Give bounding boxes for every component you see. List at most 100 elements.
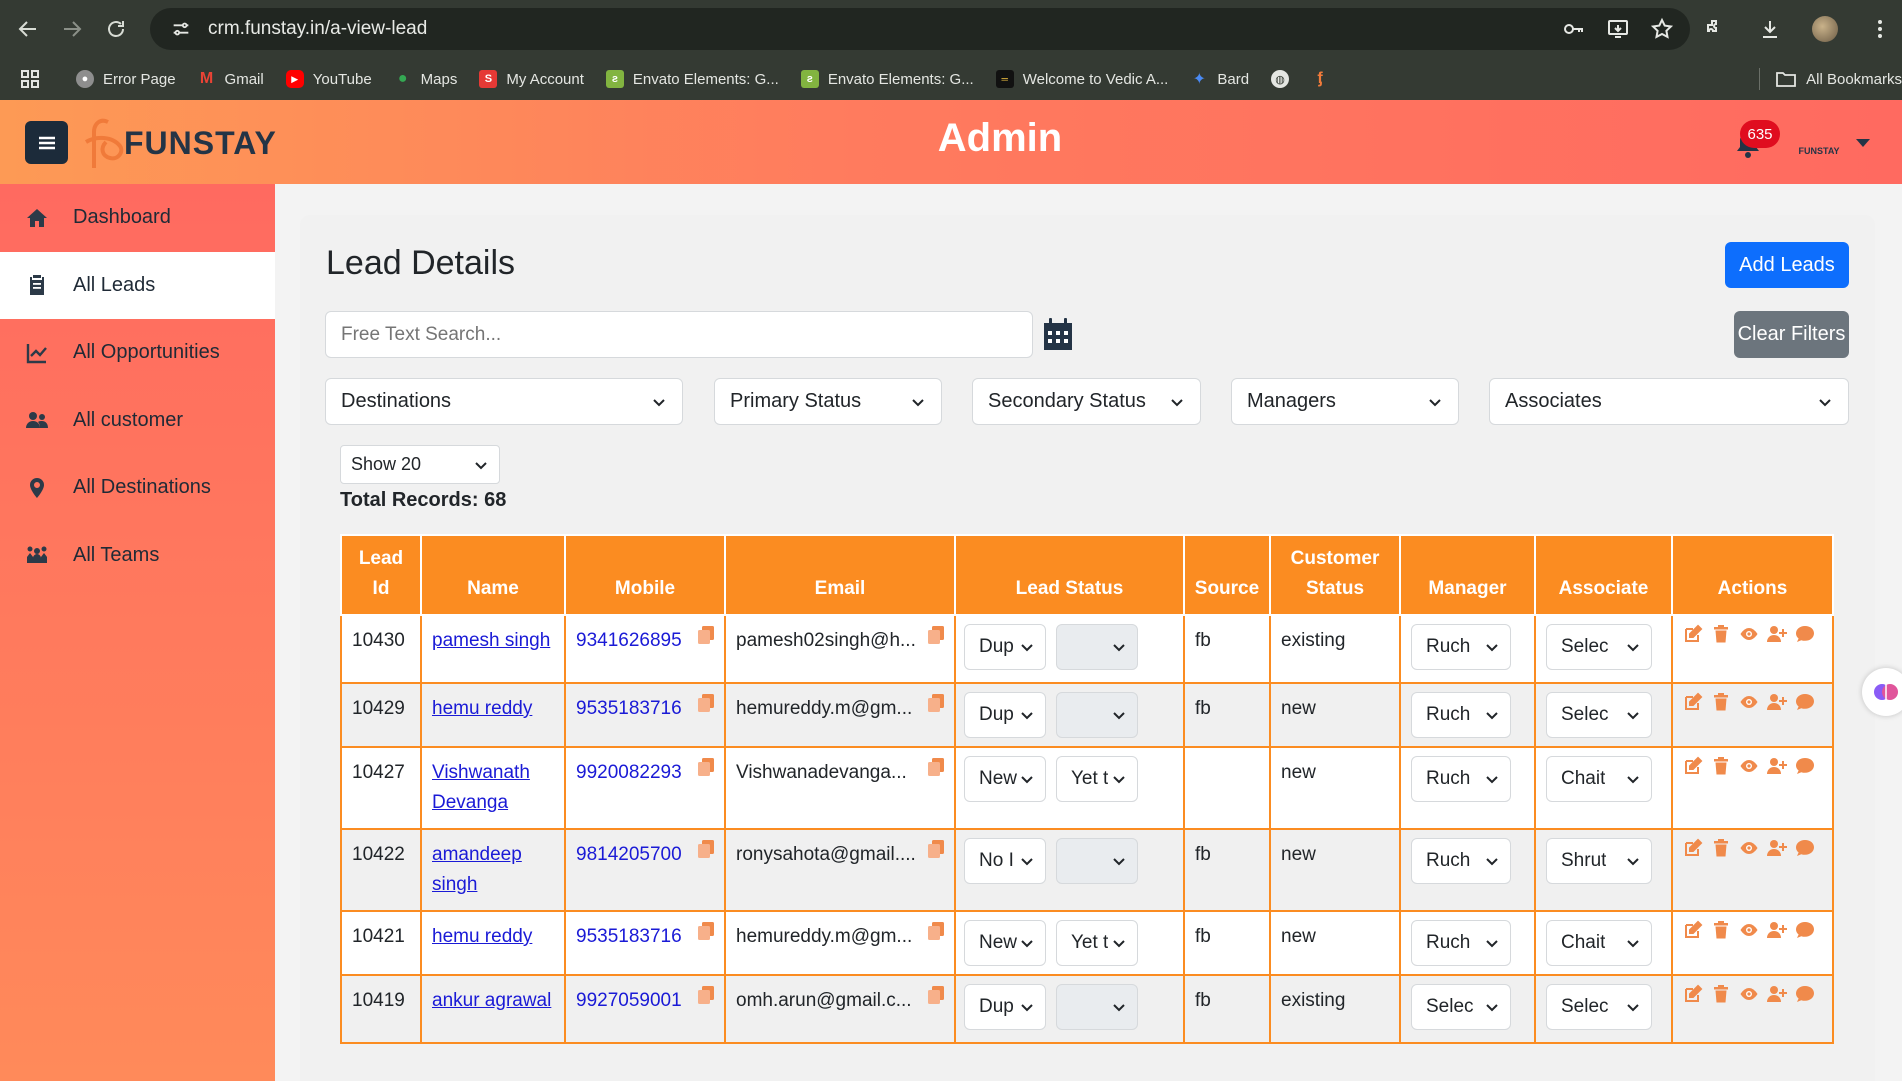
copy-icon[interactable]	[928, 758, 944, 776]
trash-icon[interactable]	[1711, 838, 1731, 858]
col-header-customer-status[interactable]: Customer Status	[1269, 534, 1401, 616]
user-plus-icon[interactable]	[1767, 756, 1787, 776]
eye-icon[interactable]	[1739, 838, 1759, 858]
primary-status-select[interactable]: Dup	[964, 984, 1046, 1030]
back-icon[interactable]	[6, 7, 50, 51]
user-plus-icon[interactable]	[1767, 838, 1787, 858]
bookmark-envato-1[interactable]: ƨ Envato Elements: G...	[605, 70, 779, 88]
associate-select[interactable]: Chait	[1546, 756, 1652, 802]
sidebar-item-all-leads[interactable]: All Leads	[0, 251, 275, 319]
trash-icon[interactable]	[1711, 756, 1731, 776]
comment-icon[interactable]	[1795, 756, 1815, 776]
bookmark-youtube[interactable]: ▶ YouTube	[285, 70, 372, 88]
eye-icon[interactable]	[1739, 920, 1759, 940]
primary-status-select[interactable]: New	[964, 920, 1046, 966]
comment-icon[interactable]	[1795, 692, 1815, 712]
mobile-number[interactable]: 9535183716	[576, 922, 682, 952]
col-header-manager[interactable]: Manager	[1399, 534, 1536, 616]
primary-status-filter[interactable]: Primary Status	[714, 378, 942, 425]
manager-select[interactable]: Ruch	[1411, 624, 1511, 670]
copy-icon[interactable]	[928, 694, 944, 712]
trash-icon[interactable]	[1711, 920, 1731, 940]
lead-name-link[interactable]: Vishwanath Devanga	[432, 762, 530, 813]
comment-icon[interactable]	[1795, 624, 1815, 644]
mobile-number[interactable]: 9341626895	[576, 626, 682, 656]
apps-grid-icon[interactable]	[20, 69, 40, 89]
user-plus-icon[interactable]	[1767, 920, 1787, 940]
search-input[interactable]	[325, 311, 1033, 358]
secondary-status-select[interactable]: Yet t	[1056, 920, 1138, 966]
col-header-email[interactable]: Email	[724, 534, 956, 616]
primary-status-select[interactable]: No I	[964, 838, 1046, 884]
associate-select[interactable]: Selec	[1546, 692, 1652, 738]
copy-icon[interactable]	[698, 922, 714, 940]
edit-icon[interactable]	[1683, 692, 1703, 712]
lead-name-link[interactable]: hemu reddy	[432, 698, 532, 719]
secondary-status-select[interactable]	[1056, 624, 1138, 670]
site-settings-icon[interactable]	[170, 18, 192, 40]
eye-icon[interactable]	[1739, 756, 1759, 776]
url-text[interactable]: crm.funstay.in/a-view-lead	[208, 18, 427, 40]
add-leads-button[interactable]: Add Leads	[1725, 242, 1849, 288]
bookmark-my-account[interactable]: S My Account	[479, 70, 584, 88]
manager-select[interactable]: Ruch	[1411, 692, 1511, 738]
manager-select[interactable]: Ruch	[1411, 920, 1511, 966]
comment-icon[interactable]	[1795, 984, 1815, 1004]
extensions-icon[interactable]	[1704, 17, 1728, 41]
bookmark-bard[interactable]: ✦ Bard	[1190, 70, 1249, 89]
copy-icon[interactable]	[698, 626, 714, 644]
mobile-number[interactable]: 9920082293	[576, 758, 682, 788]
secondary-status-filter[interactable]: Secondary Status	[972, 378, 1201, 425]
trash-icon[interactable]	[1711, 624, 1731, 644]
col-header-source[interactable]: Source	[1183, 534, 1271, 616]
notification-badge[interactable]: 635	[1740, 120, 1780, 148]
eye-icon[interactable]	[1739, 624, 1759, 644]
primary-status-select[interactable]: Dup	[964, 692, 1046, 738]
bookmark-gmail[interactable]: M Gmail	[198, 70, 264, 88]
lead-name-link[interactable]: hemu reddy	[432, 926, 532, 947]
user-plus-icon[interactable]	[1767, 624, 1787, 644]
profile-menu-logo[interactable]: FUNSTAY	[1796, 126, 1842, 162]
associates-filter[interactable]: Associates	[1489, 378, 1849, 425]
col-header-lead-id[interactable]: Lead Id	[340, 534, 422, 616]
sidebar-item-all-customer[interactable]: All customer	[0, 387, 275, 455]
address-bar[interactable]: crm.funstay.in/a-view-lead	[150, 8, 1690, 50]
mobile-number[interactable]: 9927059001	[576, 986, 682, 1016]
lead-name-link[interactable]: pamesh singh	[432, 630, 550, 651]
associate-select[interactable]: Chait	[1546, 920, 1652, 966]
edit-icon[interactable]	[1683, 984, 1703, 1004]
bookmark-vedic[interactable]: ═ Welcome to Vedic A...	[995, 70, 1168, 88]
secondary-status-select[interactable]	[1056, 692, 1138, 738]
user-plus-icon[interactable]	[1767, 984, 1787, 1004]
copy-icon[interactable]	[928, 626, 944, 644]
reload-icon[interactable]	[94, 7, 138, 51]
comment-icon[interactable]	[1795, 920, 1815, 940]
copy-icon[interactable]	[928, 922, 944, 940]
copy-icon[interactable]	[928, 840, 944, 858]
secondary-status-select[interactable]	[1056, 838, 1138, 884]
forward-icon[interactable]	[50, 7, 94, 51]
sidebar-item-all-destinations[interactable]: All Destinations	[0, 454, 275, 522]
bookmark-maps[interactable]: ● Maps	[394, 70, 458, 88]
password-key-icon[interactable]	[1562, 17, 1586, 41]
associate-select[interactable]: Shrut	[1546, 838, 1652, 884]
comment-icon[interactable]	[1795, 838, 1815, 858]
download-icon[interactable]	[1758, 17, 1782, 41]
sidebar-item-all-opportunities[interactable]: All Opportunities	[0, 319, 275, 387]
page-size-select[interactable]: Show 20	[340, 445, 500, 484]
star-icon[interactable]	[1650, 17, 1674, 41]
manager-select[interactable]: Ruch	[1411, 838, 1511, 884]
mobile-number[interactable]: 9535183716	[576, 694, 682, 724]
bookmark-funstay[interactable]: ᶂ	[1311, 70, 1329, 88]
primary-status-select[interactable]: New	[964, 756, 1046, 802]
bookmark-globe[interactable]: ◍	[1271, 70, 1290, 88]
lead-name-link[interactable]: amandeep singh	[432, 844, 522, 895]
all-bookmarks[interactable]: All Bookmarks	[1776, 58, 1902, 100]
eye-icon[interactable]	[1739, 692, 1759, 712]
bookmark-envato-2[interactable]: ƨ Envato Elements: G...	[800, 70, 974, 88]
associate-select[interactable]: Selec	[1546, 624, 1652, 670]
lead-name-link[interactable]: ankur agrawal	[432, 990, 551, 1011]
associate-select[interactable]: Selec	[1546, 984, 1652, 1030]
ai-assistant-button[interactable]	[1862, 668, 1902, 716]
col-header-lead-status[interactable]: Lead Status	[954, 534, 1185, 616]
